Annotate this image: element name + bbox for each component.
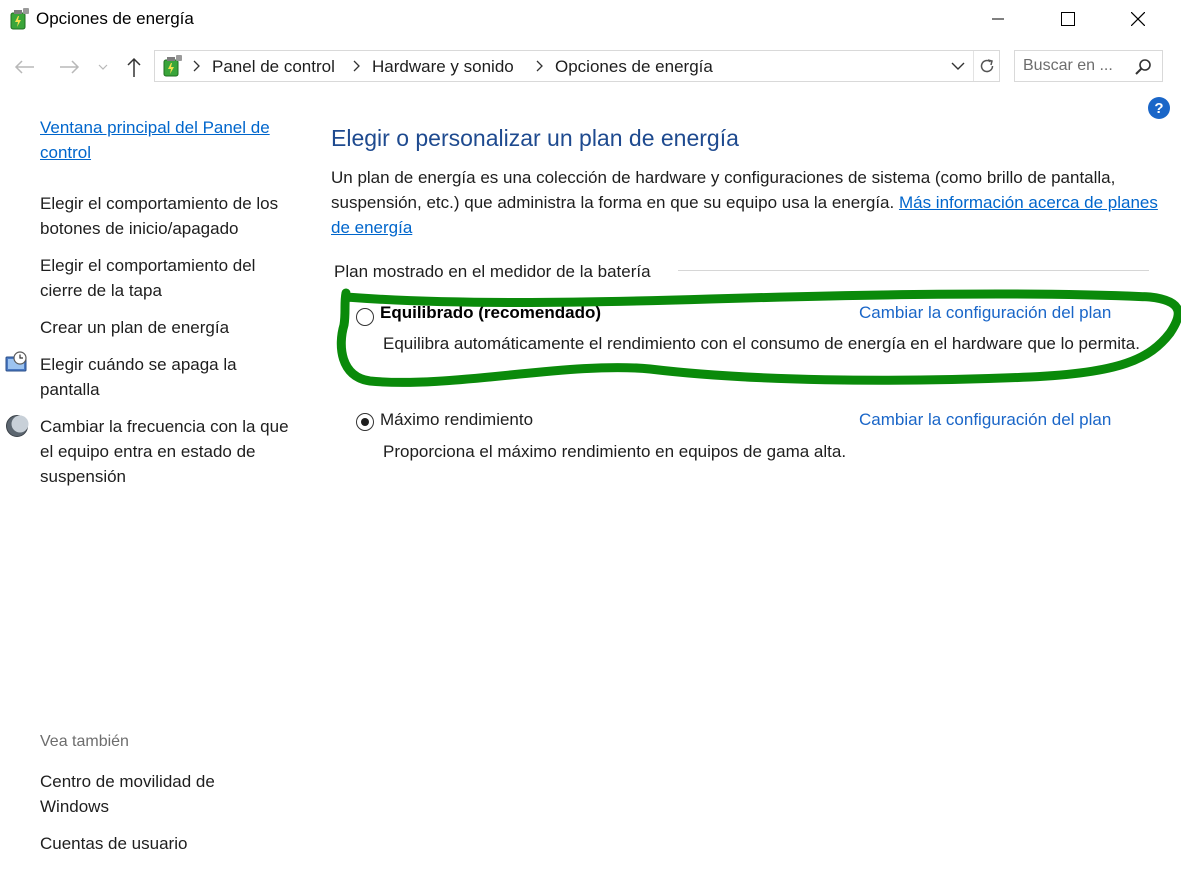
close-button[interactable] (1115, 0, 1161, 38)
see-also-heading: Vea también (40, 733, 129, 750)
title-bar: Opciones de energía (0, 0, 1181, 38)
arrow-left-icon (14, 60, 34, 74)
page-title: Elegir o personalizar un plan de energía (331, 125, 739, 151)
plan-max-performance-description: Proporciona el máximo rendimiento en equ… (383, 442, 847, 461)
monitor-clock-icon (5, 351, 27, 372)
maximize-icon (1061, 12, 1075, 26)
plan-balanced-change-settings-link[interactable]: Cambiar la configuración del plan (859, 303, 1111, 323)
refresh-button[interactable] (973, 51, 1000, 81)
control-panel-icon (163, 55, 182, 77)
close-icon (1131, 12, 1145, 26)
plan-max-performance-change-settings-link[interactable]: Cambiar la configuración del plan (859, 410, 1111, 430)
search-input[interactable] (1023, 55, 1128, 77)
window-title: Opciones de energía (36, 9, 194, 28)
forward-button[interactable] (56, 52, 84, 82)
sidebar-item-sleep[interactable]: Cambiar la frecuencia con la que el equi… (40, 414, 290, 489)
section-divider (678, 270, 1149, 271)
plan-balanced-radio[interactable] (356, 308, 374, 326)
chevron-down-icon (98, 64, 108, 70)
sidebar-control-panel-home-link[interactable]: Ventana principal del Panel de control (40, 115, 290, 165)
power-options-icon (10, 8, 29, 30)
sidebar-item-screen-off[interactable]: Elegir cuándo se apaga la pantalla (40, 352, 290, 402)
breadcrumb-panel-de-control[interactable]: Panel de control (212, 57, 335, 77)
moon-icon (6, 415, 29, 437)
back-button[interactable] (10, 52, 38, 82)
see-also-mobility-center[interactable]: Centro de movilidad de Windows (40, 769, 260, 819)
plan-balanced-description: Equilibra automáticamente el rendimiento… (383, 334, 1140, 353)
recent-locations-button[interactable] (92, 52, 114, 82)
minimize-button[interactable] (975, 0, 1021, 38)
breadcrumb-opciones-de-energia[interactable]: Opciones de energía (555, 57, 713, 77)
maximize-button[interactable] (1045, 0, 1091, 38)
minimize-icon (992, 18, 1004, 20)
up-button[interactable] (120, 52, 148, 82)
search-icon[interactable] (1133, 57, 1153, 77)
breadcrumb-hardware-y-sonido[interactable]: Hardware y sonido (372, 57, 514, 77)
sidebar-item-lid-close[interactable]: Elegir el comportamiento del cierre de l… (40, 253, 290, 303)
chevron-right-icon (536, 60, 543, 72)
see-also-user-accounts[interactable]: Cuentas de usuario (40, 831, 290, 856)
chevron-down-icon (951, 62, 965, 70)
arrow-right-icon (60, 60, 80, 74)
chevron-right-icon (193, 60, 200, 72)
chevron-right-icon (353, 60, 360, 72)
search-box[interactable] (1014, 50, 1163, 82)
arrow-up-icon (127, 57, 141, 77)
section-label: Plan mostrado en el medidor de la baterí… (334, 262, 661, 282)
address-dropdown-button[interactable] (947, 51, 969, 81)
page-description: Un plan de energía es una colección de h… (331, 165, 1161, 240)
sidebar-item-power-buttons[interactable]: Elegir el comportamiento de los botones … (40, 191, 290, 241)
sidebar-item-create-plan[interactable]: Crear un plan de energía (40, 315, 290, 340)
plan-balanced-name[interactable]: Equilibrado (recomendado) (380, 303, 601, 323)
help-icon[interactable]: ? (1148, 97, 1170, 119)
address-bar[interactable]: Panel de control Hardware y sonido Opcio… (154, 50, 1000, 82)
plan-max-performance-name[interactable]: Máximo rendimiento (380, 410, 533, 430)
plan-max-performance-radio[interactable] (356, 413, 374, 431)
refresh-icon (980, 59, 994, 73)
